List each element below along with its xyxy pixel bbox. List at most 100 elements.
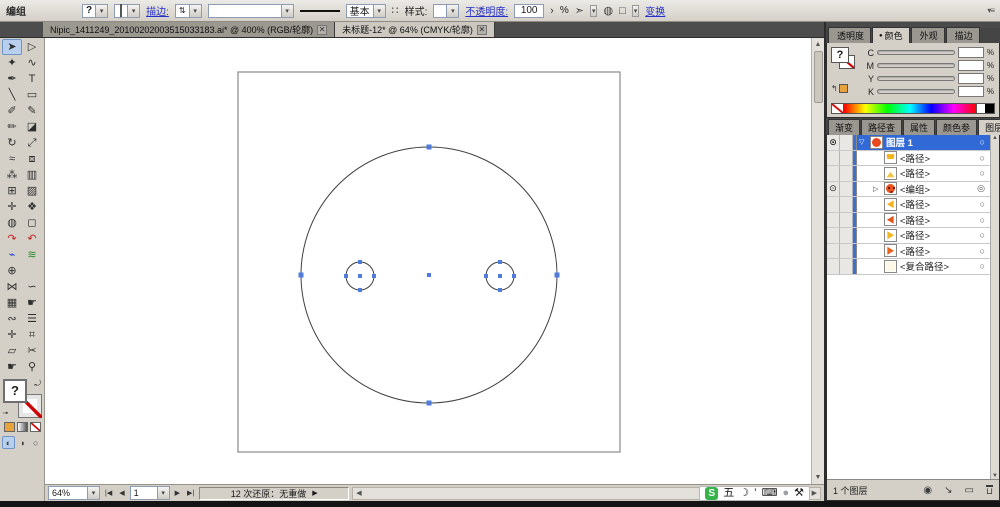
select-similar-icon[interactable]: ∷	[392, 4, 399, 17]
lock-toggle[interactable]	[840, 135, 853, 150]
target-circle-icon[interactable]: ○	[980, 230, 987, 240]
layers-scrollbar[interactable]: ▲ ▼	[990, 135, 999, 479]
live-paint-selection-tool[interactable]: ◻	[22, 215, 42, 231]
slider-track[interactable]	[877, 89, 955, 94]
scroll-left-icon[interactable]: ◀	[353, 489, 364, 497]
target-circle-icon[interactable]: ○	[980, 153, 987, 163]
document-tab[interactable]: 未标题-12* @ 64% (CMYK/轮廓) ✕	[335, 22, 495, 37]
eyedropper-tool[interactable]: ✛	[2, 199, 22, 215]
hand-tool[interactable]: ☛	[2, 359, 22, 375]
control-panel-menu-icon[interactable]: ▾≡	[987, 6, 995, 15]
none-swatch[interactable]	[832, 104, 844, 113]
chevron-down-icon[interactable]: ▾	[95, 4, 108, 17]
scroll-up-icon[interactable]: ▲	[815, 38, 822, 51]
layer-row-compound-path[interactable]: <复合路径> ○	[827, 259, 999, 275]
canvas-area[interactable]: ▲ ▼	[45, 38, 824, 484]
lock-toggle[interactable]	[840, 197, 853, 212]
zoom-tool[interactable]: ⚲	[22, 359, 42, 375]
paintbrush-tool[interactable]: ✐	[2, 103, 22, 119]
white-swatch[interactable]	[976, 104, 985, 113]
lock-toggle[interactable]	[840, 243, 853, 258]
layer-name[interactable]: <路径>	[900, 228, 930, 242]
direct-selection-tool[interactable]: ▷	[22, 39, 42, 55]
layer-name[interactable]: <路径>	[900, 244, 930, 258]
layer-row-path-6[interactable]: <路径> ○	[827, 243, 999, 259]
chevron-down-icon[interactable]: ▾	[589, 4, 598, 17]
visibility-eye-toggle[interactable]: ⊙	[827, 135, 840, 150]
plugin-arc-tool-1[interactable]: ↷	[2, 231, 22, 247]
visibility-eye-toggle[interactable]	[827, 166, 840, 181]
layer-row-layer1[interactable]: ⊙ ▽ 图层 1 ○	[827, 135, 999, 151]
spectrum-gradient[interactable]	[844, 104, 976, 113]
first-page-button[interactable]: |◀	[103, 489, 114, 497]
slider-track[interactable]	[877, 76, 955, 81]
panel-tab[interactable]: ● 颜色	[872, 27, 910, 43]
layer-name[interactable]: <路径>	[900, 151, 930, 165]
layer-row-path-5[interactable]: <路径> ○	[827, 228, 999, 244]
layer-name[interactable]: <路径>	[900, 197, 930, 211]
polyline-tool[interactable]: ⌁	[2, 247, 22, 263]
panel-tab[interactable]: 渐变	[828, 119, 861, 135]
transform-link[interactable]: 变换	[645, 3, 665, 18]
scribble-tool[interactable]: ∾	[2, 311, 22, 327]
reshape-tool-1[interactable]: ⋈	[2, 279, 22, 295]
opacity-spinner-icon[interactable]: ›	[550, 5, 554, 17]
zoom-level-combo[interactable]: 64% ▾	[48, 486, 100, 500]
page-tool[interactable]: ☛	[22, 295, 42, 311]
isolate-selection-icon[interactable]: ➣	[575, 4, 584, 17]
status-field[interactable]: 12 次还原：无重做 ▶	[199, 486, 350, 500]
page-number-combo[interactable]: 1 ▾	[129, 486, 170, 500]
target-circle-icon[interactable]: ◎	[977, 183, 987, 194]
layer-row-group[interactable]: ⊙ ▷ <编组> ◎	[827, 181, 999, 197]
new-layer-button[interactable]: ▭	[965, 485, 974, 496]
new-sublayer-button[interactable]: ↘	[944, 485, 952, 496]
panel-tab[interactable]: 路径查	[861, 119, 903, 135]
selection-tool[interactable]: ➤	[2, 39, 22, 55]
vertical-scrollbar[interactable]: ▲ ▼	[811, 38, 824, 484]
eraser-tool[interactable]: ◪	[22, 119, 42, 135]
visibility-eye-toggle[interactable]: ⊙	[827, 181, 840, 196]
stroke-link[interactable]: 描边:	[146, 3, 169, 18]
layer-row-path-1[interactable]: <路径> ○	[827, 150, 999, 166]
document-tab[interactable]: Nipic_1411249_20100202003515033183.ai* @…	[43, 22, 336, 37]
stroke-presets-tool[interactable]: ☰	[22, 311, 42, 327]
close-icon[interactable]: ✕	[317, 24, 328, 35]
scale-tool[interactable]: ⤢	[22, 135, 42, 151]
layer-row-path-3[interactable]: <路径> ○	[827, 197, 999, 213]
visibility-eye-toggle[interactable]	[827, 197, 840, 212]
panel-fill-stroke-proxy[interactable]: ? ↰	[831, 47, 861, 93]
eyedropper-tool-2[interactable]: ✛	[2, 327, 22, 343]
scroll-down-icon[interactable]: ▼	[992, 473, 998, 479]
lock-toggle[interactable]	[840, 166, 853, 181]
panel-tab[interactable]: 透明度	[828, 27, 872, 43]
pen-tool[interactable]: ✒	[2, 71, 22, 87]
reshape-tool-2[interactable]: ∽	[22, 279, 42, 295]
layer-name[interactable]: <路径>	[900, 213, 930, 227]
live-paint-bucket-tool[interactable]: ◍	[2, 215, 22, 231]
crop-tool[interactable]: ▱	[2, 343, 22, 359]
panel-tab[interactable]: 图层	[978, 119, 1000, 135]
warp-tool[interactable]: ≈	[2, 151, 22, 167]
visibility-eye-toggle[interactable]	[827, 243, 840, 258]
chevron-down-icon[interactable]: ▾	[156, 487, 169, 499]
chevron-down-icon[interactable]: ▾	[280, 4, 293, 17]
variable-width-profile-combo[interactable]: ▾	[207, 3, 294, 18]
soft-keyboard-icon[interactable]: ⌨	[762, 488, 778, 499]
screen-mode-normal[interactable]: ◐	[2, 436, 15, 449]
magic-wand-tool[interactable]: ✦	[2, 55, 22, 71]
scrollbar-thumb[interactable]	[813, 51, 823, 103]
fill-stroke-proxy[interactable]: ⤾ ? ▫▪	[3, 379, 42, 418]
rotate-tool[interactable]: ↻	[2, 135, 22, 151]
chevron-down-icon[interactable]: ▾	[127, 4, 140, 17]
gradient-tool[interactable]: ▨	[22, 183, 42, 199]
fill-color-combo[interactable]: ? ▾	[82, 3, 109, 18]
slider-track[interactable]	[877, 50, 955, 55]
knife-tool[interactable]: ✂	[22, 343, 42, 359]
target-circle-icon[interactable]: ○	[980, 261, 987, 271]
chevron-down-icon[interactable]: ▾	[372, 4, 385, 17]
panel-tab[interactable]: 颜色参	[936, 119, 978, 135]
panel-tab[interactable]: 描边	[945, 27, 980, 43]
make-clipping-mask-button[interactable]: ◉	[923, 485, 932, 496]
lock-toggle[interactable]	[840, 212, 853, 227]
layer-name[interactable]: <复合路径>	[900, 259, 949, 273]
